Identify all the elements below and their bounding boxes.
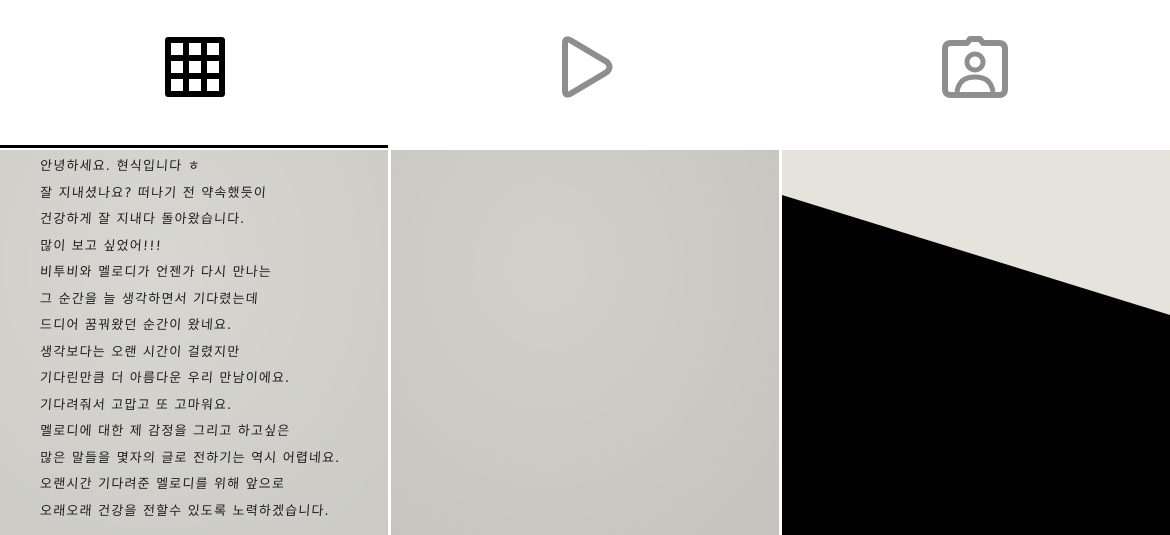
post-thumbnail-black-diagonal[interactable] <box>782 150 1170 535</box>
letter-line: 많은 말들을 몇자의 글로 전하기는 역시 어렵네요. <box>39 450 342 466</box>
letter-line: 잘 지내셨나요? 떠나기 전 약속했듯이 <box>39 185 268 201</box>
grid-icon <box>165 37 225 97</box>
letter-line: 오래오래 건강을 전할수 있도록 노력하겠습니다. <box>39 503 331 519</box>
letter-line: 생각보다는 오랜 시간이 걸렸지만 <box>39 344 241 360</box>
paper-background <box>391 150 779 535</box>
black-diagonal-shape <box>782 195 1170 535</box>
letter-line: 그 순간을 늘 생각하면서 기다렸는데 <box>39 291 260 307</box>
play-icon <box>562 36 613 98</box>
letter-line: 안녕하세요. 현식입니다 ㅎ <box>39 159 202 174</box>
letter-line: 드디어 꿈꿔왔던 순간이 왔네요. <box>39 318 233 333</box>
tab-reels[interactable] <box>390 0 780 148</box>
letter-line: 기다려줘서 고맙고 또 고마워요. <box>39 397 233 413</box>
profile-tab-bar <box>0 0 1170 148</box>
letter-line: 건강하게 잘 지내다 돌아왔습니다. <box>39 212 247 227</box>
letter-line: 비투비와 멜로디가 언젠가 다시 만나는 <box>39 265 273 280</box>
tab-posts-grid[interactable] <box>0 0 390 148</box>
letter-line: 멜로디에 대한 제 감정을 그리고 하고싶은 <box>39 424 291 439</box>
letter-line: 오랜시간 기다려준 멜로디를 위해 앞으로 <box>39 477 286 492</box>
post-thumbnail-blank-paper[interactable] <box>391 150 779 535</box>
letter-line: 많이 보고 싶었어!!! <box>39 238 163 254</box>
post-thumbnail-letter[interactable]: 안녕하세요. 현식입니다 ㅎ 잘 지내셨나요? 떠나기 전 약속했듯이 건강하게… <box>0 150 388 535</box>
tagged-person-icon <box>942 36 1008 98</box>
tab-tagged[interactable] <box>780 0 1170 148</box>
posts-grid: 안녕하세요. 현식입니다 ㅎ 잘 지내셨나요? 떠나기 전 약속했듯이 건강하게… <box>0 148 1170 535</box>
handwritten-letter: 안녕하세요. 현식입니다 ㅎ 잘 지내셨나요? 떠나기 전 약속했듯이 건강하게… <box>40 154 385 525</box>
letter-line: 기다린만큼 더 아름다운 우리 만남이에요. <box>39 371 291 386</box>
